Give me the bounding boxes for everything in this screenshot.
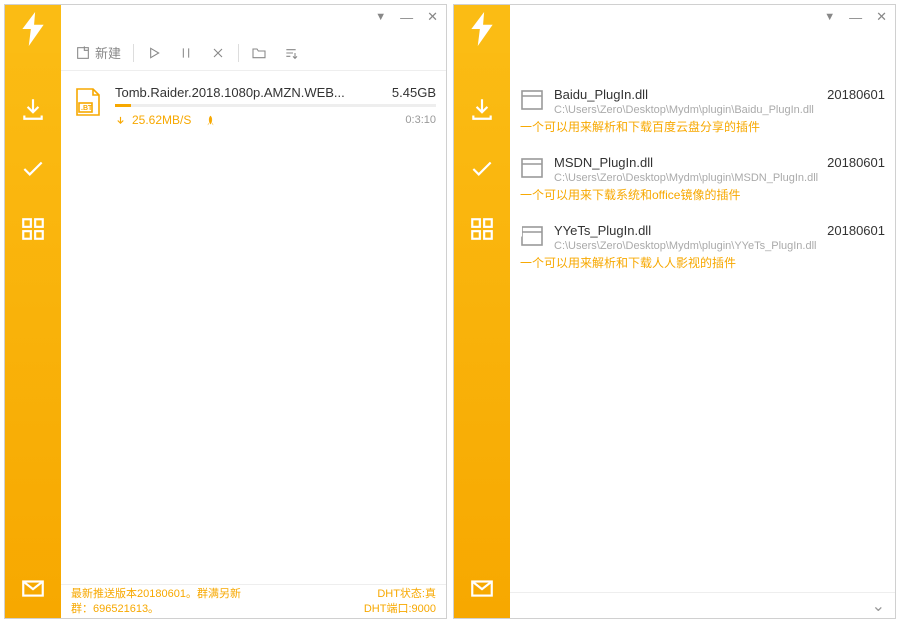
- plugin-path: C:\Users\Zero\Desktop\Mydm\plugin\YYeTs_…: [554, 240, 885, 252]
- plugin-path: C:\Users\Zero\Desktop\Mydm\plugin\Baidu_…: [554, 104, 885, 116]
- plugin-name: YYeTs_PlugIn.dll: [554, 223, 651, 238]
- plugin-name: MSDN_PlugIn.dll: [554, 155, 653, 170]
- progress-bar: [115, 104, 436, 107]
- sidebar-item-plugins[interactable]: [466, 213, 498, 245]
- download-name: Tomb.Raider.2018.1080p.AMZN.WEB...: [115, 85, 384, 100]
- plugin-desc: 一个可以用来解析和下载人人影视的插件: [520, 254, 885, 271]
- plugin-window: ▼ — ✕: [453, 4, 896, 619]
- plugin-desc: 一个可以用来解析和下载百度云盘分享的插件: [520, 118, 885, 135]
- download-item[interactable]: .BT Tomb.Raider.2018.1080p.AMZN.WEB... 5…: [71, 79, 436, 133]
- sort-button[interactable]: [279, 43, 303, 63]
- minimize-button[interactable]: —: [849, 10, 862, 25]
- plugin-name: Baidu_PlugIn.dll: [554, 87, 648, 102]
- dht-status: DHT状态:真: [364, 587, 436, 601]
- sidebar: [454, 29, 510, 618]
- plugin-item[interactable]: Baidu_PlugIn.dll 20180601 C:\Users\Zero\…: [520, 79, 885, 147]
- statusbar: ⌄: [510, 592, 895, 618]
- download-speed: 25.62MB/S: [115, 113, 216, 127]
- download-time: 0:3:10: [405, 114, 436, 126]
- rocket-icon: [205, 115, 216, 126]
- status-version: 最新推送版本20180601。群满另新: [71, 587, 241, 601]
- plugin-desc: 一个可以用来下载系统和office镜像的插件: [520, 186, 885, 203]
- titlebar: ▼ — ✕: [454, 5, 895, 29]
- start-button[interactable]: [142, 43, 166, 63]
- window-icon: [520, 157, 544, 179]
- menu-icon[interactable]: ▼: [824, 11, 835, 23]
- sidebar-item-completed[interactable]: [466, 153, 498, 185]
- download-arrow-icon: [115, 115, 126, 126]
- status-group: 群：696521613。: [71, 602, 241, 616]
- close-button[interactable]: ✕: [427, 9, 438, 25]
- menu-icon[interactable]: ▼: [375, 11, 386, 23]
- new-task-button[interactable]: 新建: [71, 41, 125, 64]
- statusbar: 最新推送版本20180601。群满另新 群：696521613。 DHT状态:真…: [61, 584, 446, 618]
- plugin-path: C:\Users\Zero\Desktop\Mydm\plugin\MSDN_P…: [554, 172, 885, 184]
- app-logo: [454, 5, 510, 53]
- download-window: ▼ — ✕ 新建: [4, 4, 447, 619]
- pause-button[interactable]: [174, 43, 198, 63]
- sidebar-item-mail[interactable]: [466, 572, 498, 604]
- torrent-file-icon: .BT: [71, 85, 105, 119]
- download-size: 5.45GB: [392, 85, 436, 100]
- window-icon: [520, 89, 544, 111]
- svg-text:.BT: .BT: [81, 105, 93, 112]
- new-label: 新建: [95, 43, 121, 62]
- sidebar-item-mail[interactable]: [17, 572, 49, 604]
- sidebar-item-plugins[interactable]: [17, 213, 49, 245]
- plugin-date: 20180601: [827, 155, 885, 170]
- sidebar: [5, 29, 61, 618]
- window-icon: [520, 225, 544, 247]
- download-list: .BT Tomb.Raider.2018.1080p.AMZN.WEB... 5…: [61, 71, 446, 584]
- chevron-down-icon[interactable]: ⌄: [872, 596, 885, 616]
- titlebar: ▼ — ✕: [5, 5, 446, 29]
- sidebar-item-downloads[interactable]: [466, 93, 498, 125]
- plugin-item[interactable]: MSDN_PlugIn.dll 20180601 C:\Users\Zero\D…: [520, 147, 885, 215]
- plugin-date: 20180601: [827, 223, 885, 238]
- delete-button[interactable]: [206, 43, 230, 63]
- plugin-list: Baidu_PlugIn.dll 20180601 C:\Users\Zero\…: [510, 71, 895, 592]
- sidebar-item-downloads[interactable]: [17, 93, 49, 125]
- minimize-button[interactable]: —: [400, 10, 413, 25]
- close-button[interactable]: ✕: [876, 9, 887, 25]
- app-logo: [5, 5, 61, 53]
- toolbar: 新建: [61, 35, 446, 71]
- dht-port: DHT端口:9000: [364, 602, 436, 616]
- open-folder-button[interactable]: [247, 43, 271, 63]
- plugin-item[interactable]: YYeTs_PlugIn.dll 20180601 C:\Users\Zero\…: [520, 215, 885, 283]
- plugin-date: 20180601: [827, 87, 885, 102]
- sidebar-item-completed[interactable]: [17, 153, 49, 185]
